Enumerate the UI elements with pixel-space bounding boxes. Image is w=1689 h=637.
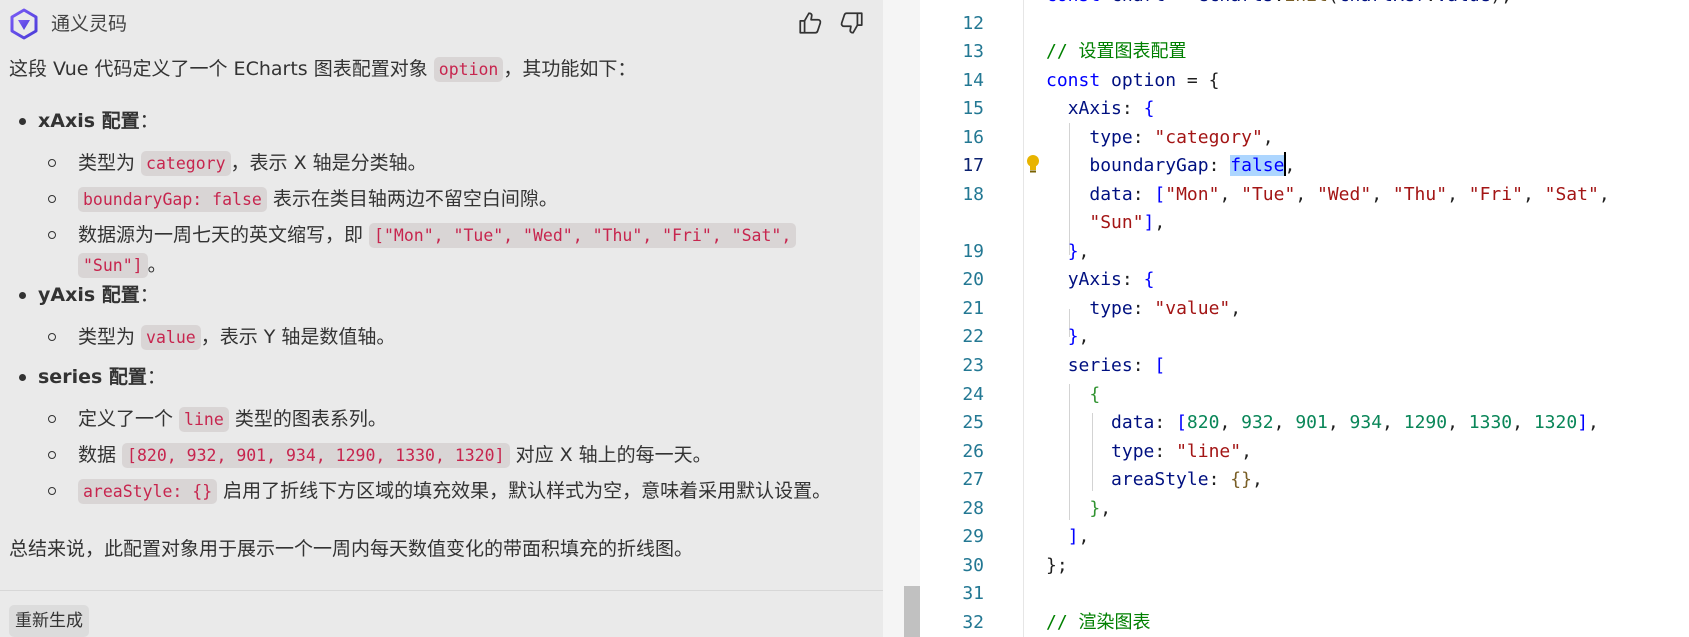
- text: 类型的图表系列。: [228, 408, 387, 430]
- line-number: 26: [962, 441, 984, 462]
- code-line-14: const option = {: [1046, 70, 1220, 91]
- tongyi-logo-icon: [10, 8, 38, 40]
- text: 类型为: [78, 152, 142, 174]
- text: 数据: [78, 444, 123, 466]
- inline-code-days: ["Mon", "Tue", "Wed", "Thu", "Fri", "Sat…: [369, 223, 797, 248]
- intro-before: 这段 Vue 代码定义了一个 ECharts 图表配置对象: [9, 58, 434, 80]
- scrollbar-thumb[interactable]: [904, 586, 920, 637]
- chat-panel: 通义灵码 这段 Vue 代码定义了一个 ECharts 图表配置对象 optio…: [0, 0, 883, 637]
- gutter-border: [1023, 0, 1024, 637]
- code-line-26: type: "line",: [1111, 441, 1252, 462]
- thumbs-up-icon[interactable]: [797, 10, 823, 36]
- code-line-30: };: [1046, 555, 1068, 576]
- line-number: 28: [962, 498, 984, 519]
- inline-code-sun: "Sun"]: [78, 253, 148, 278]
- thumbs-down-icon[interactable]: [839, 10, 865, 36]
- line-number: 31: [962, 583, 984, 604]
- text: 对应 X 轴上的每一天。: [509, 444, 712, 466]
- code-line-25: data: [820, 932, 901, 934, 1290, 1330, 1…: [1111, 412, 1599, 433]
- code-editor[interactable]: 12 13 14 15 16 17 18 19 20 21 22 23 24 2…: [920, 0, 1689, 637]
- inline-code-boundarygap: boundaryGap: false: [78, 187, 267, 212]
- line-number: 13: [962, 41, 984, 62]
- chat-header: 通义灵码: [0, 0, 883, 48]
- code-line-28: },: [1089, 498, 1112, 519]
- line-number: 14: [962, 70, 984, 91]
- code-line-18-wrap: "Sun"],: [1089, 212, 1166, 233]
- code-line-15: xAxis: {: [1067, 98, 1155, 119]
- bullet-colon: ：: [139, 110, 159, 132]
- line-number: 16: [962, 127, 984, 148]
- code-line-23: series: [: [1067, 355, 1166, 376]
- line-number: 24: [962, 384, 984, 405]
- code-line-22: },: [1067, 326, 1090, 347]
- code-line-13: // 设置图表配置: [1046, 41, 1187, 62]
- bullet-colon: ：: [146, 366, 166, 388]
- line-number: 21: [962, 298, 984, 319]
- lightbulb-icon[interactable]: [1025, 154, 1041, 174]
- text: 。: [147, 254, 167, 276]
- inline-code-data: [820, 932, 901, 934, 1290, 1330, 1320]: [122, 443, 510, 468]
- inline-code-line: line: [179, 407, 229, 432]
- bullet-colon: ：: [139, 284, 159, 306]
- bullet-series-label: series 配置: [38, 366, 147, 388]
- text: ，表示 Y 轴是数值轴。: [200, 326, 396, 348]
- bullet-xaxis-label: xAxis 配置: [38, 110, 140, 132]
- regenerate-button[interactable]: 重新生成: [9, 605, 89, 637]
- intro-after: ，其功能如下：: [503, 58, 637, 80]
- text: 数据源为一周七天的英文缩写，即: [78, 224, 370, 246]
- code-line-24: {: [1089, 384, 1101, 405]
- line-number: 18: [962, 184, 984, 205]
- assistant-name: 通义灵码: [51, 13, 128, 35]
- line-number: 22: [962, 326, 984, 347]
- line-number: 27: [962, 469, 984, 490]
- line-number: 32: [962, 612, 984, 633]
- line-number: 12: [962, 13, 984, 34]
- scrollbar-track[interactable]: [883, 0, 920, 637]
- line-number: 29: [962, 526, 984, 547]
- inline-code-value: value: [141, 325, 201, 350]
- line-number-active: 17: [962, 155, 984, 176]
- line-number: 19: [962, 241, 984, 262]
- bullet-yaxis-label: yAxis 配置: [38, 284, 140, 306]
- inline-code-areastyle: areaStyle: {}: [78, 479, 218, 504]
- line-number: 25: [962, 412, 984, 433]
- divider: [0, 590, 883, 591]
- intro-text: 这段 Vue 代码定义了一个 ECharts 图表配置对象 option ，其功能…: [9, 54, 636, 85]
- code-line-29: ],: [1067, 526, 1090, 547]
- text: 定义了一个: [78, 408, 180, 430]
- text: 类型为: [78, 326, 142, 348]
- bullet-xaxis: xAxis 配置：: [19, 106, 159, 136]
- text: 表示在类目轴两边不留空白间隙。: [266, 188, 558, 210]
- code-line-21: type: "value",: [1089, 298, 1242, 319]
- inline-code-category: category: [141, 151, 231, 176]
- line-number: 20: [962, 269, 984, 290]
- line-number: 30: [962, 555, 984, 576]
- inline-code-option: option: [433, 57, 504, 82]
- bullet-series: series 配置：: [19, 362, 166, 392]
- text: ，表示 X 轴是分类轴。: [230, 152, 427, 174]
- code-line-18: data: ["Mon", "Tue", "Wed", "Thu", "Fri"…: [1089, 184, 1610, 205]
- code-line-11: const chart = echarts.init(chartRef.valu…: [1046, 0, 1512, 10]
- xaxis-item-data-cont: "Sun"]。: [78, 250, 167, 281]
- summary-text: 总结来说，此配置对象用于展示一个一周内每天数值变化的带面积填充的折线图。: [9, 538, 694, 560]
- code-line-27: areaStyle: {},: [1111, 469, 1263, 490]
- text: 启用了折线下方区域的填充效果，默认样式为空，意味着采用默认设置。: [217, 480, 832, 502]
- code-line-32: // 渲染图表: [1046, 612, 1151, 633]
- code-line-19: },: [1067, 241, 1090, 262]
- bullet-yaxis: yAxis 配置：: [19, 280, 159, 310]
- line-number: 23: [962, 355, 984, 376]
- line-number: 15: [962, 98, 984, 119]
- code-line-17: boundaryGap: false,: [1046, 152, 1295, 180]
- code-line-20: yAxis: {: [1067, 269, 1155, 290]
- code-line-16: type: "category",: [1089, 127, 1274, 148]
